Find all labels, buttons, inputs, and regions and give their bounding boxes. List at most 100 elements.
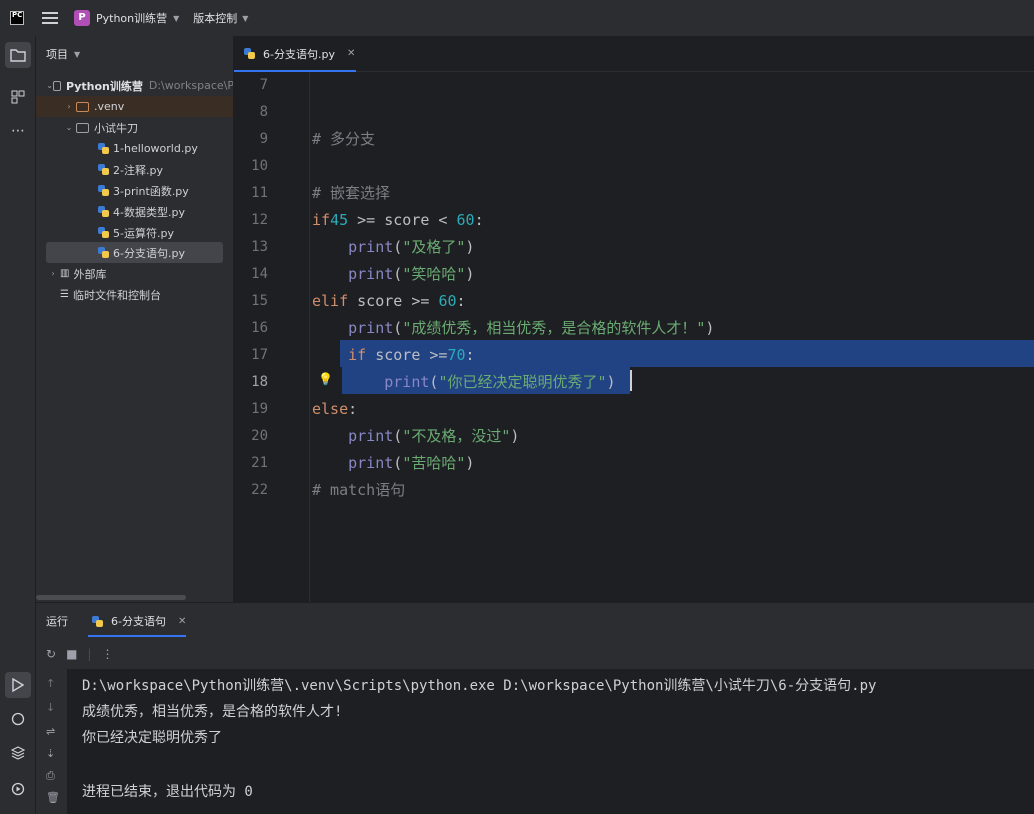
code-string: "及格了" — [402, 238, 466, 256]
code-number: 60 — [438, 292, 457, 310]
project-badge: P — [74, 10, 90, 26]
console-output[interactable]: D:\workspace\Python训练营\.venv\Scripts\pyt… — [82, 669, 1032, 814]
console-line: 进程已结束，退出代码为 0 — [82, 784, 253, 800]
chevron-right-icon[interactable]: › — [46, 269, 60, 278]
tab-label: 6-分支语句.py — [263, 47, 335, 61]
tree-item-external-libraries[interactable]: › ▥ 外部库 — [36, 263, 233, 284]
code-keyword: elif — [312, 292, 349, 310]
folder-icon — [76, 101, 89, 112]
code-line[interactable]: 17 if score >=70: — [234, 342, 1034, 369]
code-line[interactable]: 18 print("你已经决定聪明优秀了") — [234, 369, 1034, 396]
chevron-right-icon[interactable]: › — [62, 102, 76, 111]
python-file-icon — [98, 227, 109, 238]
line-number: 14 — [251, 266, 268, 282]
soft-wrap-icon[interactable]: ⇌ — [46, 725, 55, 738]
close-icon[interactable]: ✕ — [347, 48, 355, 59]
rerun-icon[interactable]: ↻ — [46, 647, 56, 661]
code-line[interactable]: 8 — [234, 99, 1034, 126]
code-line[interactable]: 11 # 嵌套选择 — [234, 180, 1034, 207]
tree-item-file[interactable]: 5-运算符.py — [36, 222, 233, 243]
more-tools-icon[interactable]: ⋯ — [5, 118, 31, 144]
code-text: else: — [312, 396, 357, 423]
code-number: 70 — [447, 346, 466, 364]
code-line[interactable]: 21 print("苦哈哈") — [234, 450, 1034, 477]
scroll-to-end-icon[interactable]: ⇣ — [46, 747, 55, 760]
line-number: 22 — [251, 482, 268, 498]
line-number: 8 — [259, 104, 268, 120]
code-keyword: else — [312, 400, 349, 418]
stop-icon[interactable]: ■ — [66, 647, 77, 661]
line-number: 16 — [251, 320, 268, 336]
arrow-down-icon[interactable]: ↓ — [46, 701, 55, 714]
layers-icon[interactable] — [5, 740, 31, 766]
tree-item-venv[interactable]: › .venv — [36, 96, 233, 117]
run-panel: 运行 6-分支语句 ✕ ↻ ■ | ⋮ ↑ ↓ ⇌ ⇣ ⎙ 🗑 D:\works… — [36, 602, 1034, 814]
code-line[interactable]: 13 print("及格了") — [234, 234, 1034, 261]
project-folder-icon[interactable] — [5, 42, 31, 68]
code-keyword: if — [348, 346, 367, 364]
tree-item-path: D:\workspace\P — [148, 79, 234, 92]
horizontal-scrollbar[interactable] — [36, 595, 186, 600]
tab-active-indicator — [88, 635, 186, 637]
code-text: print("笑哈哈") — [312, 261, 474, 288]
project-switcher[interactable]: P Python训练营 ▼ — [74, 10, 179, 26]
arrow-up-icon[interactable]: ↑ — [46, 677, 55, 690]
code-paren: ) — [465, 265, 475, 283]
code-line[interactable]: 22 # match语句 — [234, 477, 1034, 504]
code-line[interactable]: 15 elif score >= 60: — [234, 288, 1034, 315]
code-paren: ( — [393, 454, 403, 472]
tree-item-file[interactable]: 3-print函数.py — [36, 180, 233, 201]
code-function: print — [384, 373, 430, 391]
main-menu-icon[interactable] — [42, 12, 58, 24]
title-bar: PC P Python训练营 ▼ 版本控制 ▼ — [0, 0, 1034, 36]
tab-run-config[interactable]: 6-分支语句 ✕ — [88, 603, 186, 639]
code-string: "笑哈哈" — [402, 265, 466, 283]
structure-icon[interactable] — [5, 84, 31, 110]
tab-editor-file[interactable]: 6-分支语句.py ✕ — [234, 36, 356, 72]
code-line[interactable]: 16 print("成绩优秀，相当优秀，是合格的软件人才！") — [234, 315, 1034, 342]
close-icon[interactable]: ✕ — [178, 616, 186, 627]
code-line[interactable]: 20 print("不及格，没过") — [234, 423, 1034, 450]
chevron-down-icon[interactable]: ⌄ — [46, 81, 53, 90]
tree-item-folder[interactable]: ⌄ 小试牛刀 — [36, 117, 233, 138]
code-line[interactable]: 7 — [234, 72, 1034, 99]
code-number: 45 — [330, 211, 349, 229]
code-comment: # 多分支 — [312, 130, 376, 148]
vcs-menu[interactable]: 版本控制 ▼ — [193, 10, 248, 26]
code-keyword: if — [312, 211, 331, 229]
more-options-icon[interactable]: ⋮ — [101, 647, 113, 661]
python-file-icon — [98, 143, 109, 154]
code-function: print — [348, 319, 394, 337]
tree-item-scratches[interactable]: ☰ 临时文件和控制台 — [36, 284, 233, 305]
tree-item-root[interactable]: ⌄ Python训练营 D:\workspace\P — [36, 75, 234, 96]
tree-item-label: 5-运算符.py — [113, 226, 174, 240]
code-expression: score >= — [366, 346, 448, 364]
tree-item-label: 临时文件和控制台 — [72, 288, 161, 302]
chevron-down-icon: ▼ — [242, 13, 249, 23]
python-console-icon[interactable] — [5, 706, 31, 732]
print-icon[interactable]: ⎙ — [46, 769, 55, 783]
scratches-icon: ☰ — [60, 289, 69, 300]
code-line[interactable]: 12 if45 >= score < 60: — [234, 207, 1034, 234]
line-number: 18 — [251, 374, 268, 390]
code-line[interactable]: 19 else: — [234, 396, 1034, 423]
code-text: # match语句 — [312, 477, 405, 504]
code-editor[interactable]: 6-分支语句.py ✕ 💡 7 8 9 # 多分支 10 11 # 嵌套选择 12 if45 >… — [234, 36, 1034, 602]
chevron-down-icon[interactable]: ⌄ — [62, 123, 76, 132]
code-line[interactable]: 10 — [234, 153, 1034, 180]
code-line[interactable]: 9 # 多分支 — [234, 126, 1034, 153]
services-icon[interactable] — [5, 776, 31, 802]
tree-item-file[interactable]: 2-注释.py — [36, 159, 233, 180]
tree-item-label: 2-注释.py — [113, 163, 163, 177]
project-panel-header[interactable]: 项目 ▼ — [36, 36, 233, 72]
trash-icon[interactable]: 🗑 — [46, 791, 60, 804]
tree-item-file[interactable]: 1-helloworld.py — [36, 138, 233, 159]
tree-item-file-selected[interactable]: 6-分支语句.py — [46, 242, 223, 263]
console-line: 你已经决定聪明优秀了 — [82, 730, 222, 746]
code-line[interactable]: 14 print("笑哈哈") — [234, 261, 1034, 288]
tree-item-file[interactable]: 4-数据类型.py — [36, 201, 233, 222]
run-icon[interactable] — [5, 672, 31, 698]
code-text: # 嵌套选择 — [312, 180, 390, 207]
code-colon: : — [348, 400, 358, 418]
